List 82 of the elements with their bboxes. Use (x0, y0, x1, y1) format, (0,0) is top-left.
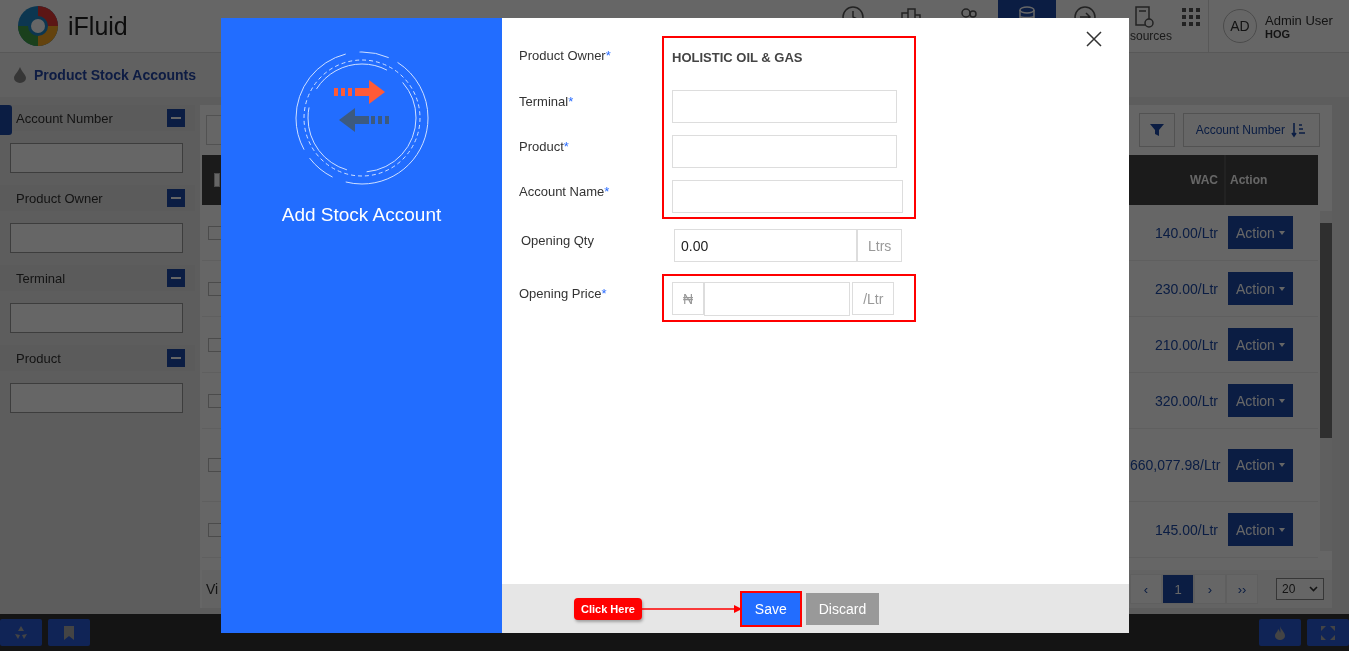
callout-label: Click Here (574, 597, 642, 620)
page-button[interactable]: ‹ (1130, 574, 1162, 604)
drop-icon (14, 67, 26, 83)
field-label: Account Name* (519, 183, 611, 199)
chevron-down-icon (1309, 586, 1318, 592)
column-header: Action (1224, 155, 1318, 205)
checkbox[interactable] (208, 337, 222, 352)
action-button[interactable]: Action (1228, 384, 1293, 417)
table-cell-text: 320.00/Ltr (1153, 392, 1219, 409)
flame-icon (1272, 624, 1288, 641)
action-button[interactable]: Action (1228, 448, 1293, 482)
modal-title: Add Stock Account (281, 204, 442, 226)
checkbox[interactable] (208, 225, 222, 240)
currency-addon: ₦ (672, 282, 705, 315)
sidebar-handle[interactable] (0, 105, 12, 135)
action-button[interactable]: Action (1228, 328, 1293, 361)
page-size-select[interactable]: 20 (1276, 578, 1324, 600)
checkbox[interactable] (208, 458, 222, 472)
checkbox[interactable] (208, 522, 222, 537)
input-field[interactable] (672, 135, 897, 168)
filter-field[interactable] (10, 143, 183, 173)
fullscreen-button[interactable] (1307, 619, 1349, 646)
page-button[interactable]: ›› (1226, 574, 1258, 604)
field-label: Opening Price* (519, 285, 608, 301)
unit-addon: Ltrs (857, 229, 903, 262)
filter-label: Account Number (16, 110, 113, 126)
field-value: HOLISTIC OIL & GAS (672, 49, 803, 67)
input-field[interactable]: 0.00 (674, 229, 857, 262)
expand-icon (1320, 624, 1336, 641)
scrollbar[interactable] (1320, 211, 1332, 551)
bookmark-icon (61, 624, 77, 641)
recycle-button[interactable] (0, 619, 42, 646)
bookmark-button[interactable] (48, 619, 90, 646)
sort-button[interactable]: Account Number (1182, 113, 1320, 147)
field-label: Product* (519, 138, 570, 154)
table-cell-text: 230.00/Ltr (1153, 280, 1219, 297)
flame-button[interactable] (1259, 619, 1301, 646)
checkbox[interactable] (208, 393, 222, 408)
collapse-button[interactable] (167, 109, 185, 127)
sort-icon (1291, 122, 1307, 138)
field-label: Product Owner* (519, 47, 612, 63)
field-label: Terminal* (519, 93, 575, 109)
save-button[interactable]: Save (741, 592, 800, 625)
document-icon[interactable] (1132, 5, 1156, 29)
input-field[interactable] (672, 180, 903, 213)
filter-label: Product (16, 350, 61, 366)
filter-icon (1148, 122, 1165, 138)
filter-field[interactable] (10, 383, 183, 413)
table-cell-text: 210.00/Ltr (1153, 336, 1219, 353)
checkbox[interactable] (214, 173, 220, 187)
filter-label: Product Owner (16, 190, 103, 206)
page-button[interactable]: › (1194, 574, 1226, 604)
logo-icon (16, 4, 60, 48)
table-cell-text: 660,077.98/Ltr (1129, 457, 1222, 473)
table-cell-text: 145.00/Ltr (1153, 521, 1219, 538)
discard-button[interactable]: Discard (805, 592, 880, 625)
checkbox[interactable] (208, 281, 222, 296)
filter-button[interactable] (1138, 113, 1175, 147)
user-organization: HOG (1265, 27, 1292, 40)
filter-field[interactable] (10, 223, 183, 253)
input-field[interactable] (672, 90, 897, 123)
field-label: Opening Qty (521, 232, 595, 248)
logo-text: iFluid (68, 11, 128, 41)
column-header: WAC (1189, 172, 1219, 189)
pagination-text: Vi (206, 581, 219, 597)
apps-icon[interactable] (1179, 5, 1203, 29)
collapse-button[interactable] (167, 189, 185, 207)
close-icon[interactable] (1086, 31, 1102, 47)
user-name: Admin User (1265, 12, 1333, 28)
filter-field[interactable] (10, 303, 183, 333)
collapse-button[interactable] (167, 269, 185, 287)
action-button[interactable]: Action (1228, 513, 1293, 546)
action-button[interactable]: Action (1228, 216, 1293, 249)
nav-label[interactable]: sources (1129, 29, 1172, 43)
action-button[interactable]: Action (1228, 272, 1293, 305)
table-cell-text: 140.00/Ltr (1153, 224, 1219, 241)
page-title: Product Stock Accounts (34, 67, 197, 83)
collapse-button[interactable] (167, 349, 185, 367)
page-button[interactable]: 1 (1162, 574, 1194, 604)
input-field[interactable] (704, 282, 851, 316)
unit-addon: /Ltr (852, 282, 895, 315)
filter-label: Terminal (16, 270, 66, 286)
